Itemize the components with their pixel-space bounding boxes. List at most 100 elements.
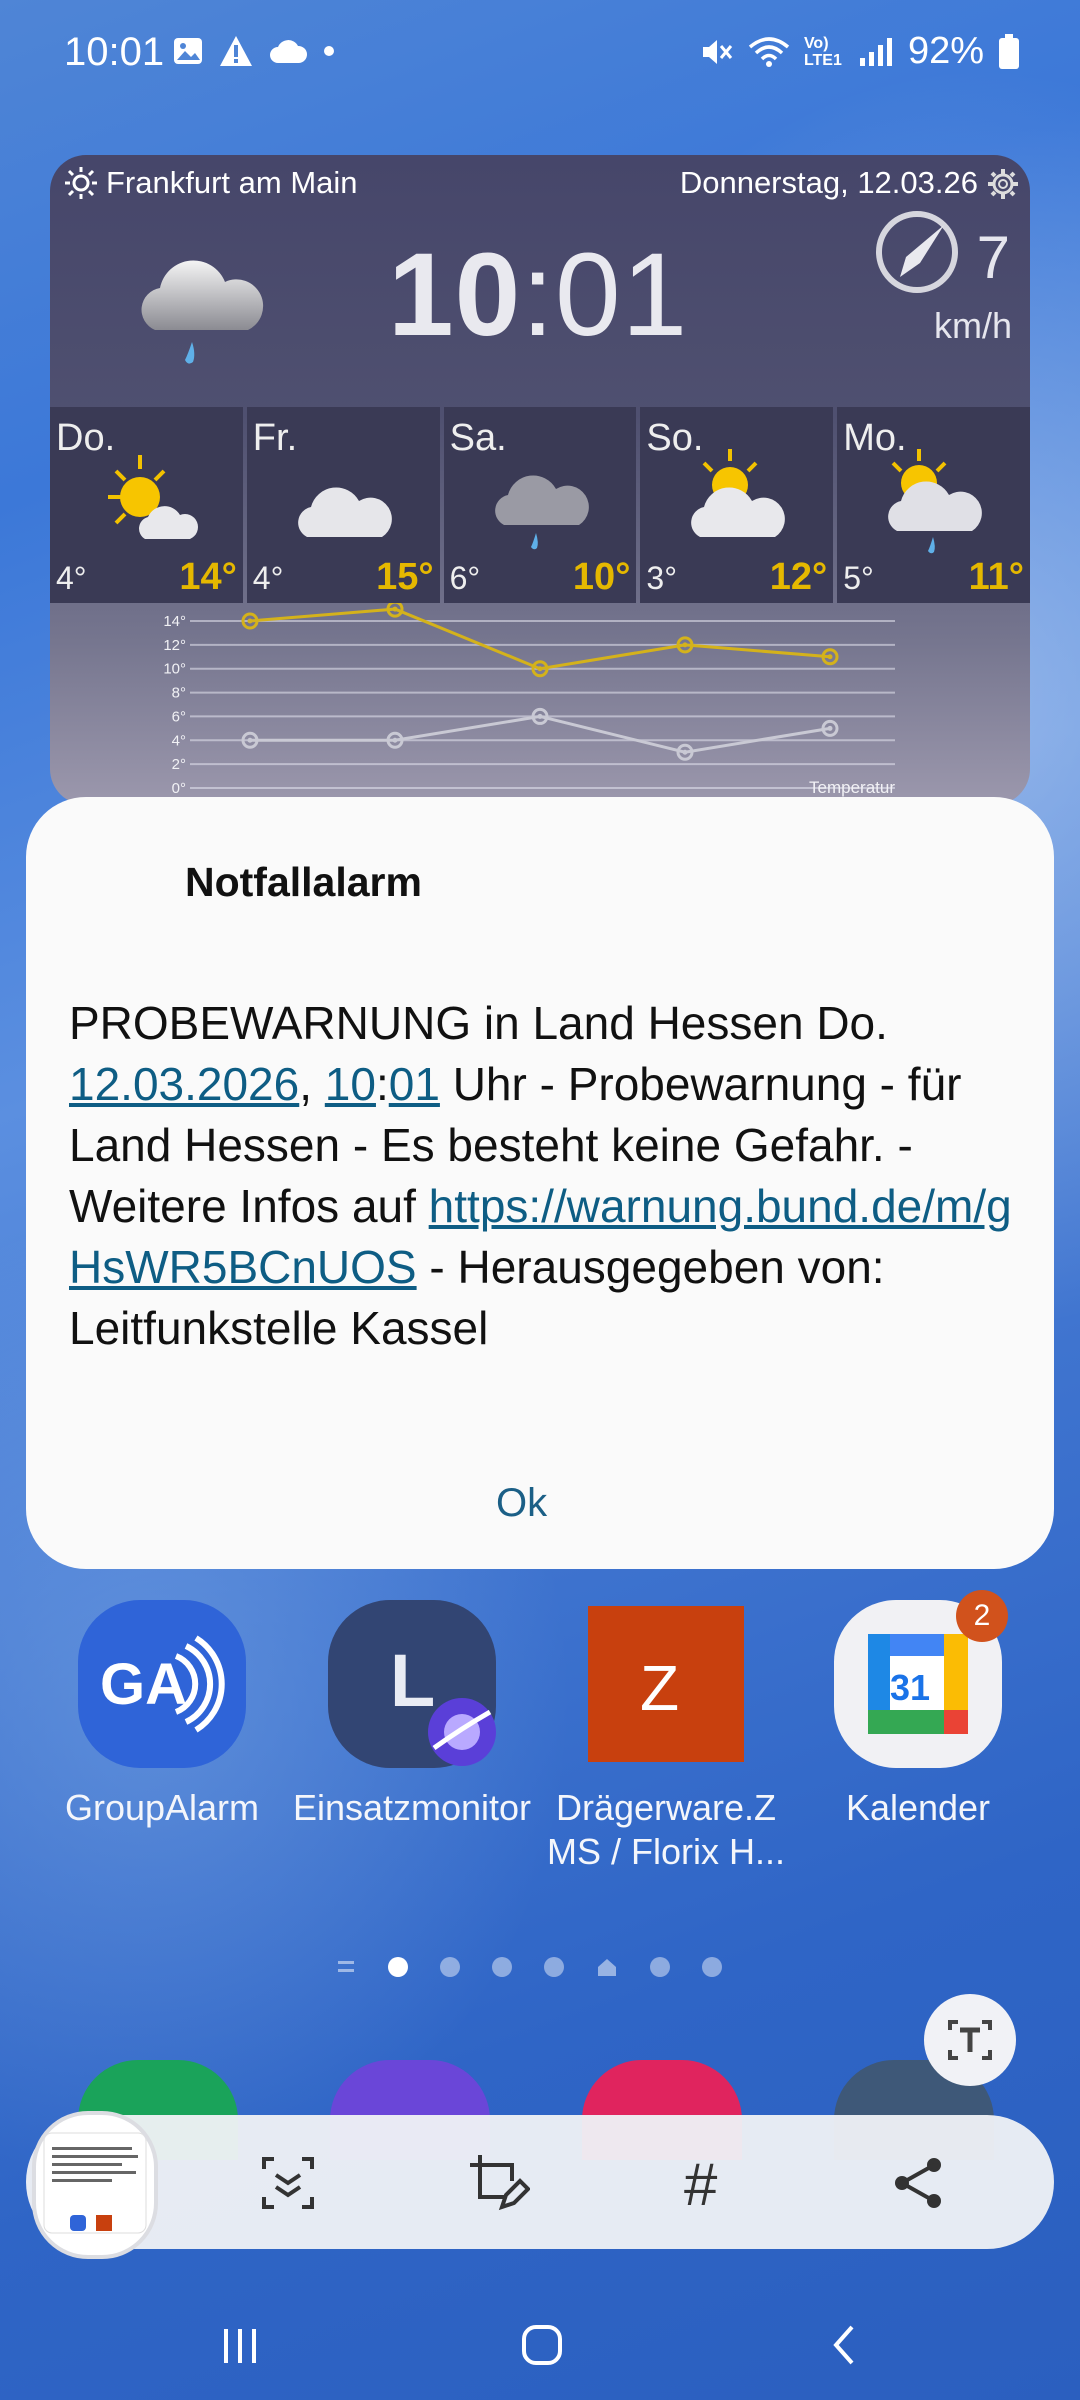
einsatzmonitor-icon: L (328, 1600, 496, 1768)
time-minute-link[interactable]: 01 (389, 1058, 440, 1110)
share-icon (895, 2158, 941, 2208)
cloud-status-icon (270, 40, 308, 63)
system-icons: Vo) LTE1 92% (698, 30, 1020, 73)
min-temp-point-center (682, 749, 688, 755)
day-min: 4° (56, 560, 87, 596)
smart-select-icon (262, 2157, 314, 2209)
app-label: Einsatzmonitor (292, 1787, 532, 1828)
y-tick-label: 12° (163, 637, 186, 654)
message-text: PROBEWARNUNG in Land Hessen Do. (69, 997, 888, 1049)
wind-unit: km/h (933, 305, 1012, 346)
min-temp-point-center (392, 737, 398, 743)
crop-edit-button[interactable] (462, 2147, 534, 2219)
gallery-icon (174, 38, 202, 64)
home-page-icon (598, 1959, 616, 1976)
clock-hours: 10 (388, 229, 522, 361)
notification-badge: 2 (956, 1590, 1008, 1642)
y-tick-label: 4° (172, 732, 186, 749)
groupalarm-icon: GA (78, 1600, 246, 1768)
max-temp-point-center (247, 618, 253, 624)
day-max: 14° (179, 556, 237, 598)
recents-button[interactable] (200, 2310, 280, 2380)
smart-select-button[interactable] (252, 2147, 324, 2219)
rain-cloud-icon (494, 475, 589, 550)
weather-date: Donnerstag, 12.03.26 (679, 165, 978, 200)
day-max: 15° (376, 556, 434, 598)
message-text: , (299, 1058, 325, 1110)
temperature-graph: 14° 12° 10° 8° 6° 4° 2° 0° Temperatur (163, 603, 895, 797)
svg-text:#: # (684, 2153, 718, 2213)
forecast-day[interactable]: Sa. 6° 10° (443, 407, 637, 603)
weather-location[interactable]: Frankfurt am Main (64, 165, 358, 201)
hashtag-icon: # (684, 2153, 718, 2213)
y-tick-label: 2° (172, 756, 186, 773)
home-button[interactable] (502, 2310, 582, 2380)
day-max: 12° (769, 556, 828, 598)
home-icon (522, 2325, 562, 2365)
back-icon (833, 2325, 854, 2365)
mute-icon (702, 39, 733, 64)
min-temp-point-center (827, 725, 833, 731)
current-rain-cloud-icon (141, 260, 264, 364)
warning-icon (220, 36, 252, 66)
min-temp-point-center (537, 713, 543, 719)
sun-cloud-icon (108, 455, 198, 539)
page-indicator[interactable] (336, 1956, 722, 1978)
sun-cloud-icon (691, 449, 786, 537)
wind-speed: 7 (976, 224, 1010, 291)
network-label: Vo) LTE1 (803, 34, 842, 69)
back-button[interactable] (804, 2310, 884, 2380)
app-groupalarm[interactable]: GA GroupAlarm (42, 1600, 282, 1830)
page-dot (544, 1957, 564, 1977)
settings-gear-icon[interactable] (986, 167, 1020, 201)
battery-icon (999, 33, 1019, 69)
ok-button[interactable]: Ok (496, 1481, 547, 1526)
crop-edit-icon (470, 2155, 530, 2211)
weather-widget[interactable]: Frankfurt am Main Donnerstag, 12.03.26 1… (50, 155, 1030, 805)
svg-text:Z: Z (640, 1652, 679, 1724)
min-temp-line (250, 714, 831, 754)
sun-rain-icon (888, 449, 983, 554)
forecast-day[interactable]: Do. 4° 14° (50, 407, 243, 603)
y-tick-label: 0° (172, 780, 186, 797)
forecast-days: Do. 4° 14° Fr. 4° 15° Sa. 6° 10° So. 3° … (50, 407, 1030, 603)
text-scan-icon (948, 2020, 992, 2060)
y-tick-label: 8° (172, 685, 186, 702)
dot-icon (324, 46, 334, 56)
page-dot (492, 1957, 512, 1977)
forecast-day[interactable]: Mo. 5° 11° (837, 407, 1030, 603)
graph-label: Temperatur (809, 778, 895, 797)
time-hour-link[interactable]: 10 (325, 1058, 376, 1110)
calendar-day: 31 (890, 1667, 930, 1708)
page-dot (650, 1957, 670, 1977)
signal-icon (859, 37, 892, 66)
day-min: 5° (843, 560, 874, 596)
date-link[interactable]: 12.03.2026 (69, 1058, 299, 1110)
status-bar: 10:01 Vo) LTE1 92% (0, 0, 1080, 110)
recents-icon (224, 2329, 256, 2363)
day-min: 4° (252, 560, 284, 596)
forecast-day[interactable]: Fr. 4° 15° (246, 407, 440, 603)
app-kalender[interactable]: 31 2 Kalender (798, 1590, 1038, 1830)
min-temp-point-center (247, 737, 253, 743)
forecast-day[interactable]: So. 3° 12° (640, 407, 834, 603)
y-tick-label: 6° (172, 708, 186, 725)
notification-icons (172, 34, 336, 68)
location-label: Frankfurt am Main (106, 165, 358, 200)
battery-percent: 92% (907, 30, 984, 72)
screenshot-thumbnail[interactable] (32, 2111, 158, 2259)
extract-text-button[interactable] (924, 1994, 1016, 2086)
dialog-message: PROBEWARNUNG in Land Hessen Do. 12.03.202… (69, 993, 1029, 1359)
share-button[interactable] (882, 2147, 954, 2219)
weather-clock: 10:01 (388, 227, 688, 363)
hashtag-button[interactable]: # (672, 2147, 744, 2219)
app-label: GroupAlarm (64, 1787, 260, 1828)
app-einsatzmonitor[interactable]: L Einsatzmonitor (292, 1600, 532, 1830)
emergency-alert-dialog: Notfallalarm PROBEWARNUNG in Land Hessen… (26, 797, 1054, 1569)
navigation-bar (0, 2290, 1080, 2400)
max-temp-point-center (392, 606, 398, 612)
max-temp-point-center (827, 654, 833, 660)
app-draegerware[interactable]: Z Drägerware.Z MS / Florix H... (546, 1600, 786, 1874)
y-tick-label: 14° (163, 613, 186, 630)
app-label: Kalender (845, 1787, 991, 1828)
